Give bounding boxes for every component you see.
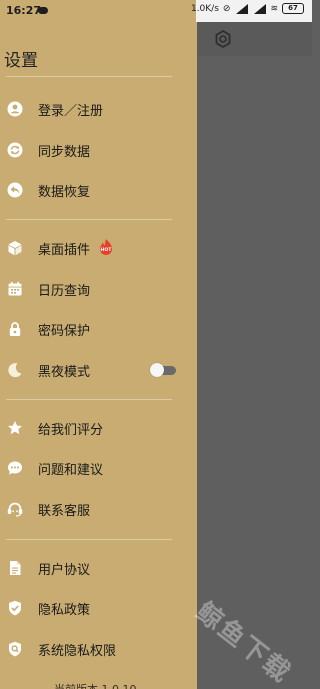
chat-icon [8,461,22,475]
menu-item-login[interactable]: 登录／注册 [0,93,197,125]
calendar-icon [8,281,22,296]
menu-item-feedback[interactable]: 问题和建议 [0,452,197,484]
search-shield-icon [9,641,21,657]
sync-icon [7,142,23,158]
lock-icon [9,322,21,336]
toggle-knob [150,363,164,377]
restore-icon [7,182,23,198]
divider [6,539,172,540]
menu-item-rate-us[interactable]: 给我们评分 [0,412,197,444]
moon-icon [8,363,22,378]
menu-item-label: 数据恢复 [38,184,91,200]
menu-item-label: 黑夜模式 [38,364,91,380]
menu-item-label: 给我们评分 [38,422,104,438]
menu-item-label: 联系客服 [38,503,91,519]
signal-icon [234,3,249,14]
menu-item-customer-service[interactable]: 联系客服 [0,493,197,525]
cloud-icon [38,7,48,14]
menu-item-privacy-policy[interactable]: 隐私政策 [0,592,197,624]
menu-item-label: 桌面插件 [38,242,91,258]
mute-icon: ⊘ [222,3,231,14]
divider [6,76,172,77]
cube-icon [8,241,22,256]
hot-badge-icon: HOT [100,239,113,255]
menu-item-restore[interactable]: 数据恢复 [0,174,197,206]
version-text: 当前版本 1.0.10 [54,681,136,689]
user-icon [7,101,23,117]
battery-icon: 67 [282,3,304,14]
menu-item-night-mode[interactable]: 黑夜模式 [0,354,197,386]
status-indicators: 1.0K/s ⊘ ≋ 67 [191,3,304,14]
gear-icon[interactable] [213,29,233,49]
divider [6,399,172,400]
menu-item-user-agreement[interactable]: 用户协议 [0,552,197,584]
menu-item-system-privacy[interactable]: 系统隐私权限 [0,633,197,665]
net-speed: 1.0K/s [190,3,219,14]
menu-item-label: 密码保护 [38,323,91,339]
menu-item-widget[interactable]: 桌面插件 HOT [0,232,197,264]
menu-item-label: 用户协议 [38,562,91,578]
menu-item-label: 同步数据 [38,144,91,160]
headset-icon [7,502,23,517]
menu-item-calendar[interactable]: 日历查询 [0,273,197,305]
star-icon [8,421,22,435]
menu-item-sync[interactable]: 同步数据 [0,134,197,166]
night-mode-toggle[interactable] [150,363,177,377]
menu-item-label: 隐私政策 [38,602,91,618]
content-scrim[interactable] [197,22,312,689]
status-bar: 16:27 1.0K/s ⊘ ≋ 67 [0,0,312,22]
shield-check-icon [9,600,21,616]
menu-item-label: 问题和建议 [38,462,104,478]
menu-item-label: 日历查询 [38,283,91,299]
divider [6,219,172,220]
navigation-drawer: 设置 登录／注册 同步数据 数据恢复 桌面插件 HOT 日历查询 密码保护 黑夜… [0,22,197,689]
drawer-title: 设置 [4,51,38,71]
signal-2-icon [252,3,267,14]
status-time: 16:27 [6,4,42,17]
menu-item-label: 登录／注册 [38,103,104,119]
wifi-icon: ≋ [270,3,278,14]
hot-badge-text: HOT [101,247,113,253]
menu-item-password[interactable]: 密码保护 [0,313,197,345]
document-icon [10,561,21,575]
menu-item-label: 系统隐私权限 [38,643,117,659]
